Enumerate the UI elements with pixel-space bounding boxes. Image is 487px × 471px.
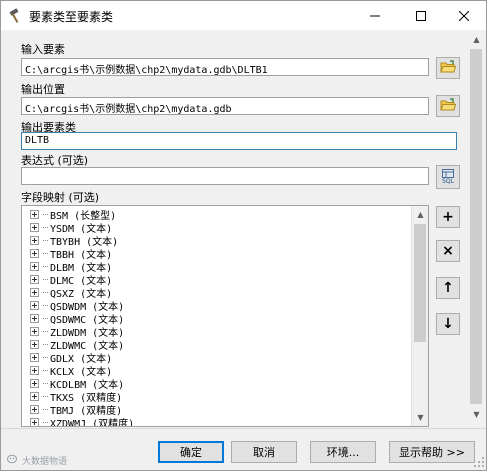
expand-icon[interactable]	[30, 418, 39, 426]
dialog-window: 要素类至要素类 输入要素 C:\arcgis书\示例数据\chp2\mydata…	[0, 0, 487, 471]
output-location-label: 输出位置	[21, 83, 65, 96]
arrow-down-icon: ↓	[442, 316, 454, 332]
show-help-button[interactable]: 显示帮助 >>	[389, 441, 475, 463]
move-up-button[interactable]: ↑	[436, 277, 460, 299]
expand-icon[interactable]	[30, 379, 39, 388]
output-fc-field[interactable]: DLTB	[21, 132, 457, 150]
expand-icon[interactable]	[30, 392, 39, 401]
scroll-thumb[interactable]	[470, 49, 482, 404]
expand-icon[interactable]	[30, 249, 39, 258]
expand-icon[interactable]	[30, 288, 39, 297]
expand-icon[interactable]	[30, 275, 39, 284]
scroll-thumb[interactable]	[414, 224, 426, 342]
expression-label: 表达式 (可选)	[21, 154, 89, 167]
input-features-browse-button[interactable]	[436, 57, 460, 79]
expand-icon[interactable]	[30, 262, 39, 271]
cancel-button[interactable]: 取消	[231, 441, 297, 463]
maximize-icon[interactable]	[399, 1, 443, 30]
footer-divider	[1, 428, 486, 429]
input-features-field[interactable]: C:\arcgis书\示例数据\chp2\mydata.gdb\DLTB1	[21, 58, 429, 76]
watermark-text: 大数据物语	[22, 457, 68, 467]
expand-icon[interactable]	[30, 353, 39, 362]
dialog-scrollbar[interactable]: ▲ ▼	[468, 31, 485, 423]
scroll-down-icon[interactable]: ▼	[412, 409, 428, 426]
open-folder-icon	[440, 59, 457, 77]
close-icon[interactable]	[442, 1, 486, 30]
move-down-button[interactable]: ↓	[436, 313, 460, 335]
resize-grip-icon[interactable]	[473, 456, 485, 468]
add-field-button[interactable]: +	[436, 206, 460, 228]
field-map-label: 字段映射 (可选)	[21, 191, 100, 204]
scroll-down-icon[interactable]: ▼	[468, 406, 485, 423]
expand-icon[interactable]	[30, 327, 39, 336]
expand-icon[interactable]	[30, 366, 39, 375]
expression-field[interactable]	[21, 167, 429, 185]
delete-icon: ×	[442, 243, 454, 259]
environments-button[interactable]: 环境...	[310, 441, 376, 463]
wechat-icon	[7, 454, 19, 467]
expand-icon[interactable]	[30, 340, 39, 349]
expand-icon[interactable]	[30, 210, 39, 219]
window-title: 要素类至要素类	[29, 10, 114, 24]
title-bar: 要素类至要素类	[1, 1, 486, 30]
minimize-icon[interactable]	[353, 1, 397, 30]
hammer-icon	[8, 8, 24, 24]
input-features-label: 输入要素	[21, 43, 65, 56]
field-map-item[interactable]: XZDWMJ (双精度)	[30, 416, 134, 426]
ok-button[interactable]: 确定	[158, 441, 224, 463]
expand-icon[interactable]	[30, 223, 39, 232]
output-location-browse-button[interactable]	[436, 95, 460, 117]
open-folder-icon	[440, 97, 457, 115]
sql-builder-button[interactable]: SQL	[436, 165, 460, 189]
expand-icon[interactable]	[30, 236, 39, 245]
sql-label: SQL	[442, 178, 454, 185]
arrow-up-icon: ↑	[442, 280, 454, 296]
expand-icon[interactable]	[30, 314, 39, 323]
scroll-up-icon[interactable]: ▲	[468, 31, 485, 48]
scroll-up-icon[interactable]: ▲	[412, 206, 428, 223]
expand-icon[interactable]	[30, 301, 39, 310]
expand-icon[interactable]	[30, 405, 39, 414]
plus-icon: +	[442, 209, 454, 225]
output-location-field[interactable]: C:\arcgis书\示例数据\chp2\mydata.gdb	[21, 97, 429, 115]
watermark: 大数据物语	[7, 454, 67, 467]
sql-icon: SQL	[442, 169, 454, 185]
field-map-tree[interactable]: BSM (长整型) YSDM (文本) TBYBH (文本) TBBH (文本)…	[21, 205, 429, 427]
field-map-scrollbar[interactable]: ▲ ▼	[411, 206, 428, 426]
delete-field-button[interactable]: ×	[436, 240, 460, 262]
